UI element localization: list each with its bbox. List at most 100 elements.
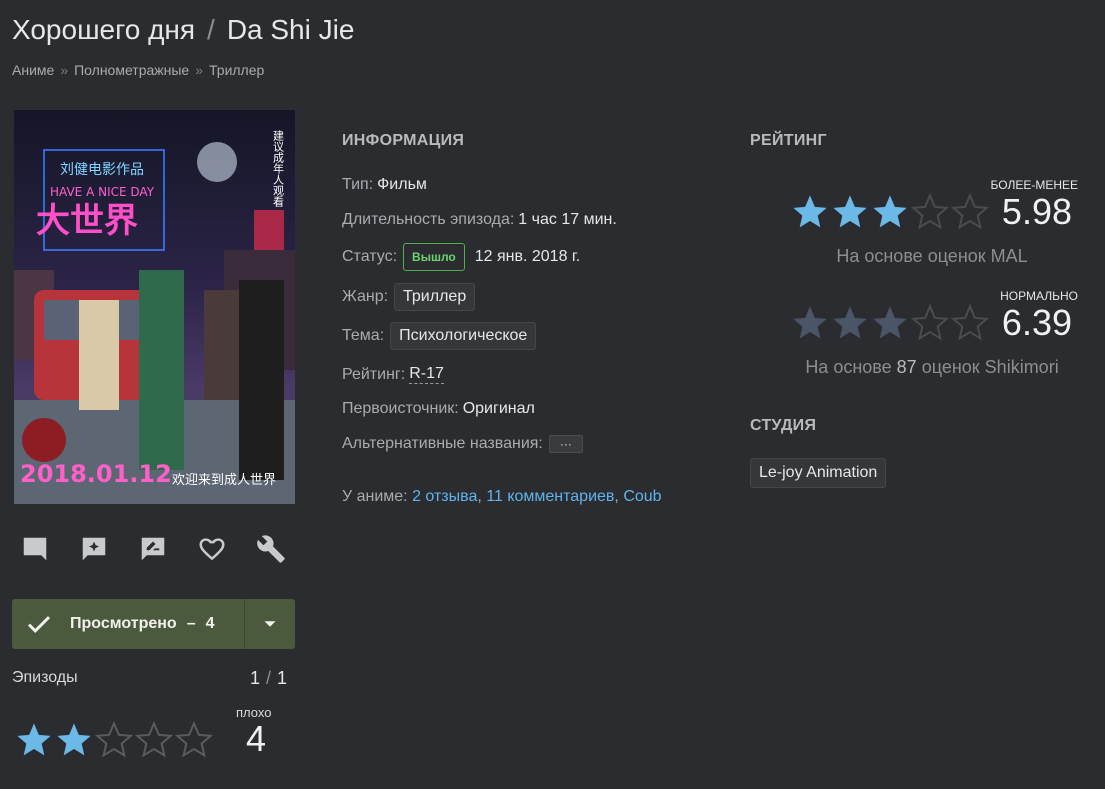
info-type: Тип: Фильм — [342, 176, 427, 194]
info-status: Статус: Вышло 12 янв. 2018 г. — [342, 243, 580, 271]
shikimori-rating-stars — [790, 303, 990, 343]
poster-date: 2018.01.12 — [20, 460, 172, 488]
title-russian: Хорошего дня — [12, 14, 196, 45]
poster-illustration: 刘健电影作品 HAVE A NICE DAY 大世界 建议成年人观看 2018.… — [14, 110, 295, 504]
heart-icon — [199, 538, 225, 561]
edit-review-icon — [141, 537, 165, 561]
info-theme: Тема: Психологическое — [342, 322, 537, 350]
watch-status-button[interactable]: Просмотрено – 4 — [12, 599, 244, 649]
status-badge: Вышло — [403, 243, 465, 271]
info-alt-names: Альтернативные названия: ··· — [342, 435, 583, 453]
links-comma: , — [477, 488, 482, 505]
poster-english-title: HAVE A NICE DAY — [50, 185, 155, 199]
poster-image[interactable]: 刘健电影作品 HAVE A NICE DAY 大世界 建议成年人观看 2018.… — [14, 110, 295, 504]
info-source-value: Оригинал — [462, 400, 535, 417]
studio-tag[interactable]: Le-joy Animation — [750, 458, 887, 488]
info-rating-value[interactable]: R-17 — [409, 365, 444, 384]
star-empty-icon — [174, 720, 214, 758]
edit-review-button[interactable] — [138, 530, 197, 568]
episodes-counter[interactable]: 1/1 — [250, 668, 287, 689]
episodes-slash: / — [266, 668, 272, 688]
star-empty-icon — [134, 720, 174, 758]
add-review-button[interactable] — [79, 530, 138, 568]
coub-link[interactable]: Coub — [623, 488, 661, 505]
action-bar — [20, 530, 315, 568]
info-type-label: Тип: — [342, 176, 374, 193]
breadcrumb-item[interactable]: Полнометражные — [74, 62, 189, 78]
star-empty-icon — [910, 303, 950, 341]
mal-rating-word: БОЛЕЕ-МЕНЕЕ — [990, 178, 1079, 192]
info-status-label: Статус: — [342, 248, 398, 265]
studio-heading: СТУДИЯ — [750, 417, 817, 434]
anime-links: У аниме: 2 отзыва, 11 комментариев, Coub — [342, 488, 662, 506]
comment-button[interactable] — [20, 530, 79, 568]
shikimori-rating-basis: На основе 87 оценок Shikimori — [790, 357, 1074, 378]
links-comma: , — [614, 488, 619, 505]
poster-title: 大世界 — [36, 201, 138, 241]
info-rating: Рейтинг: R-17 — [342, 365, 444, 384]
reviews-link[interactable]: 2 отзыва — [412, 488, 477, 505]
watch-status-dash: – — [186, 615, 196, 632]
poster-neon-subtitle: 刘健电影作品 — [60, 162, 144, 178]
info-alt-label: Альтернативные названия: — [342, 435, 543, 452]
star-filled-icon — [793, 306, 827, 339]
poster-side-text: 建议成年人观看 — [272, 129, 285, 208]
info-duration-label: Длительность эпизода: — [342, 211, 515, 228]
star-empty-icon — [94, 720, 134, 758]
mal-rating: БОЛЕЕ-МЕНЕЕ 5.98 На основе оценок MAL — [790, 175, 1080, 275]
settings-button[interactable] — [256, 530, 315, 568]
info-duration-value: 1 час 17 мин. — [518, 211, 617, 228]
page-title: Хорошего дня / Da Shi Jie — [12, 14, 354, 46]
alt-names-expand-button[interactable]: ··· — [548, 435, 583, 453]
info-duration: Длительность эпизода: 1 час 17 мин. — [342, 211, 617, 229]
genre-tag[interactable]: Триллер — [394, 283, 476, 311]
breadcrumb-item[interactable]: Аниме — [12, 62, 54, 78]
info-status-date: 12 янв. 2018 г. — [474, 248, 581, 265]
star-empty-icon — [950, 303, 990, 341]
mal-rating-basis: На основе оценок MAL — [836, 246, 1028, 266]
info-source: Первоисточник: Оригинал — [342, 400, 535, 418]
wrench-icon — [257, 535, 285, 563]
comment-icon — [23, 537, 47, 561]
shikimori-basis-count: 87 — [896, 357, 917, 377]
watch-status-control: Просмотрено – 4 — [12, 599, 295, 649]
star-empty-icon — [950, 192, 990, 230]
user-rating-stars[interactable] — [14, 720, 214, 760]
chevron-down-icon — [264, 621, 276, 627]
rating-heading: РЕЙТИНГ — [750, 132, 827, 149]
star-filled-icon — [873, 306, 907, 339]
info-genre-label: Жанр: — [342, 288, 389, 305]
mal-rating-value: 5.98 — [1001, 191, 1072, 232]
star-filled-icon — [793, 195, 827, 228]
watch-status-label: Просмотрено — [70, 615, 177, 632]
breadcrumb-separator: » — [195, 62, 204, 78]
shikimori-rating-value: 6.39 — [1001, 302, 1072, 343]
watch-status-dropdown[interactable] — [244, 599, 295, 649]
breadcrumb-item[interactable]: Триллер — [209, 62, 264, 78]
shikimori-rating-word: НОРМАЛЬНО — [1000, 289, 1078, 303]
episodes-total: 1 — [277, 668, 288, 688]
episodes-watched: 1 — [250, 668, 261, 688]
star-filled-icon — [833, 195, 867, 228]
episodes-label: Эпизоды — [12, 669, 78, 686]
shikimori-basis-prefix: На основе — [805, 357, 892, 377]
anime-links-prefix: У аниме: — [342, 488, 408, 505]
watch-status-score: 4 — [205, 615, 215, 632]
mal-rating-stars — [790, 192, 990, 232]
user-rating-value: 4 — [246, 718, 267, 759]
star-empty-icon — [910, 192, 950, 230]
title-original: Da Shi Jie — [226, 14, 355, 45]
anime-page: Хорошего дня / Da Shi Jie Аниме » Полнометра… — [0, 0, 1105, 789]
info-genre: Жанр: Триллер — [342, 283, 476, 311]
breadcrumb-separator: » — [60, 62, 69, 78]
breadcrumb: Аниме » Полнометражные » Триллер — [12, 62, 264, 78]
info-type-value: Фильм — [377, 176, 427, 193]
favorite-button[interactable] — [197, 530, 256, 568]
theme-tag[interactable]: Психологическое — [390, 322, 537, 350]
info-source-label: Первоисточник: — [342, 400, 459, 417]
info-heading: ИНФОРМАЦИЯ — [342, 132, 465, 149]
poster-tagline: 欢迎来到成人世界 — [172, 473, 276, 488]
comments-link[interactable]: 11 комментариев — [486, 488, 614, 505]
add-review-icon — [82, 537, 106, 561]
star-filled-icon — [873, 195, 907, 228]
